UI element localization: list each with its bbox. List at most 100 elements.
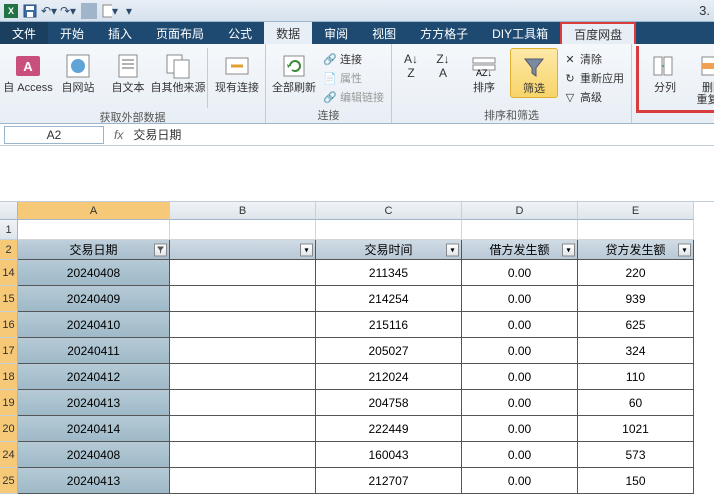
filter-button[interactable]: 筛选 bbox=[510, 48, 558, 98]
tab-file[interactable]: 文件 bbox=[0, 22, 48, 44]
cell[interactable]: 0.00 bbox=[462, 364, 578, 390]
row-header[interactable]: 18 bbox=[0, 364, 18, 390]
tab-baidupan[interactable]: 百度网盘 bbox=[560, 22, 636, 44]
refresh-all-button[interactable]: 全部刷新 bbox=[270, 48, 318, 96]
filter-dropdown-icon[interactable]: ▾ bbox=[678, 243, 691, 256]
cell[interactable]: 205027 bbox=[316, 338, 462, 364]
row-header[interactable]: 14 bbox=[0, 260, 18, 286]
cell[interactable]: 借方发生额▾ bbox=[462, 240, 578, 260]
row-header[interactable]: 2 bbox=[0, 240, 18, 260]
remove-duplicates-button[interactable]: 删除 重复项 bbox=[689, 48, 714, 108]
col-header-E[interactable]: E bbox=[578, 202, 694, 220]
select-all-corner[interactable] bbox=[0, 202, 18, 220]
cell[interactable]: 0.00 bbox=[462, 390, 578, 416]
cell[interactable] bbox=[170, 468, 316, 494]
reapply-button[interactable]: ↻重新应用 bbox=[560, 69, 627, 87]
cell[interactable]: 939 bbox=[578, 286, 694, 312]
cell[interactable]: 20240413 bbox=[18, 390, 170, 416]
col-header-C[interactable]: C bbox=[316, 202, 462, 220]
cell[interactable] bbox=[170, 338, 316, 364]
fx-icon[interactable]: fx bbox=[114, 128, 123, 142]
formula-input[interactable]: 交易日期 bbox=[129, 125, 714, 144]
from-text-button[interactable]: 自文本 bbox=[104, 48, 152, 96]
cell[interactable]: 0.00 bbox=[462, 286, 578, 312]
tab-formula[interactable]: 公式 bbox=[216, 22, 264, 44]
sort-button[interactable]: AZ↓排序 bbox=[460, 48, 508, 96]
row-header[interactable]: 25 bbox=[0, 468, 18, 494]
cell[interactable]: 0.00 bbox=[462, 416, 578, 442]
cell[interactable]: 交易日期 bbox=[18, 240, 170, 260]
redo-icon[interactable]: ↷▾ bbox=[60, 3, 76, 19]
tab-review[interactable]: 审阅 bbox=[312, 22, 360, 44]
cell[interactable] bbox=[18, 220, 170, 240]
cell[interactable]: 150 bbox=[578, 468, 694, 494]
cell[interactable]: 215116 bbox=[316, 312, 462, 338]
row-header[interactable]: 16 bbox=[0, 312, 18, 338]
cell[interactable]: 204758 bbox=[316, 390, 462, 416]
cell[interactable]: 1021 bbox=[578, 416, 694, 442]
tab-start[interactable]: 开始 bbox=[48, 22, 96, 44]
cell[interactable] bbox=[170, 442, 316, 468]
col-header-D[interactable]: D bbox=[462, 202, 578, 220]
cell[interactable]: 20240410 bbox=[18, 312, 170, 338]
cell[interactable]: 20240408 bbox=[18, 442, 170, 468]
cell[interactable] bbox=[170, 364, 316, 390]
cell[interactable]: 214254 bbox=[316, 286, 462, 312]
row-header[interactable]: 17 bbox=[0, 338, 18, 364]
undo-icon[interactable]: ↶▾ bbox=[41, 3, 57, 19]
cell[interactable]: 0.00 bbox=[462, 442, 578, 468]
cell[interactable] bbox=[462, 220, 578, 240]
text-to-columns-button[interactable]: 分列 bbox=[641, 48, 689, 108]
existing-connections-button[interactable]: 现有连接 bbox=[213, 48, 261, 96]
cell[interactable] bbox=[170, 390, 316, 416]
cell[interactable]: ▾ bbox=[170, 240, 316, 260]
cell[interactable]: 贷方发生额▾ bbox=[578, 240, 694, 260]
cell[interactable]: 0.00 bbox=[462, 312, 578, 338]
cell[interactable] bbox=[578, 220, 694, 240]
cell[interactable] bbox=[170, 312, 316, 338]
cell[interactable] bbox=[170, 416, 316, 442]
cell[interactable]: 20240412 bbox=[18, 364, 170, 390]
clear-filter-button[interactable]: ✕清除 bbox=[560, 50, 627, 68]
filter-dropdown-icon[interactable]: ▾ bbox=[446, 243, 459, 256]
col-header-B[interactable]: B bbox=[170, 202, 316, 220]
cell[interactable]: 0.00 bbox=[462, 260, 578, 286]
properties-button[interactable]: 📄属性 bbox=[320, 69, 387, 87]
cell[interactable]: 0.00 bbox=[462, 468, 578, 494]
cell[interactable]: 110 bbox=[578, 364, 694, 390]
sort-desc-button[interactable]: Z↓A bbox=[428, 48, 458, 84]
row-header[interactable]: 1 bbox=[0, 220, 18, 240]
cell[interactable]: 212024 bbox=[316, 364, 462, 390]
filter-dropdown-icon[interactable]: ▾ bbox=[562, 243, 575, 256]
cell[interactable]: 573 bbox=[578, 442, 694, 468]
cell[interactable]: 20240409 bbox=[18, 286, 170, 312]
edit-links-button[interactable]: 🔗编辑链接 bbox=[320, 88, 387, 106]
cell[interactable]: 20240411 bbox=[18, 338, 170, 364]
qat-customize-icon[interactable]: ▾ bbox=[121, 3, 137, 19]
name-box[interactable]: A2 bbox=[4, 126, 104, 144]
from-other-button[interactable]: 自其他来源 bbox=[154, 48, 202, 96]
cell[interactable] bbox=[170, 286, 316, 312]
cell[interactable]: 0.00 bbox=[462, 338, 578, 364]
connections-button[interactable]: 🔗连接 bbox=[320, 50, 387, 68]
new-icon[interactable]: ▾ bbox=[102, 3, 118, 19]
sort-asc-button[interactable]: A↓Z bbox=[396, 48, 426, 84]
filter-dropdown-icon[interactable]: ▾ bbox=[300, 243, 313, 256]
row-header[interactable]: 19 bbox=[0, 390, 18, 416]
cell[interactable]: 220 bbox=[578, 260, 694, 286]
row-header[interactable]: 20 bbox=[0, 416, 18, 442]
cell[interactable]: 222449 bbox=[316, 416, 462, 442]
save-icon[interactable] bbox=[22, 3, 38, 19]
row-header[interactable]: 15 bbox=[0, 286, 18, 312]
row-header[interactable]: 24 bbox=[0, 442, 18, 468]
cell[interactable]: 20240413 bbox=[18, 468, 170, 494]
cell[interactable]: 20240414 bbox=[18, 416, 170, 442]
cell[interactable] bbox=[316, 220, 462, 240]
cell[interactable]: 625 bbox=[578, 312, 694, 338]
cell[interactable]: 324 bbox=[578, 338, 694, 364]
tab-diy[interactable]: DIY工具箱 bbox=[480, 22, 560, 44]
tab-insert[interactable]: 插入 bbox=[96, 22, 144, 44]
cell[interactable]: 交易时间▾ bbox=[316, 240, 462, 260]
from-access-button[interactable]: A自 Access bbox=[4, 48, 52, 96]
cell[interactable]: 60 bbox=[578, 390, 694, 416]
